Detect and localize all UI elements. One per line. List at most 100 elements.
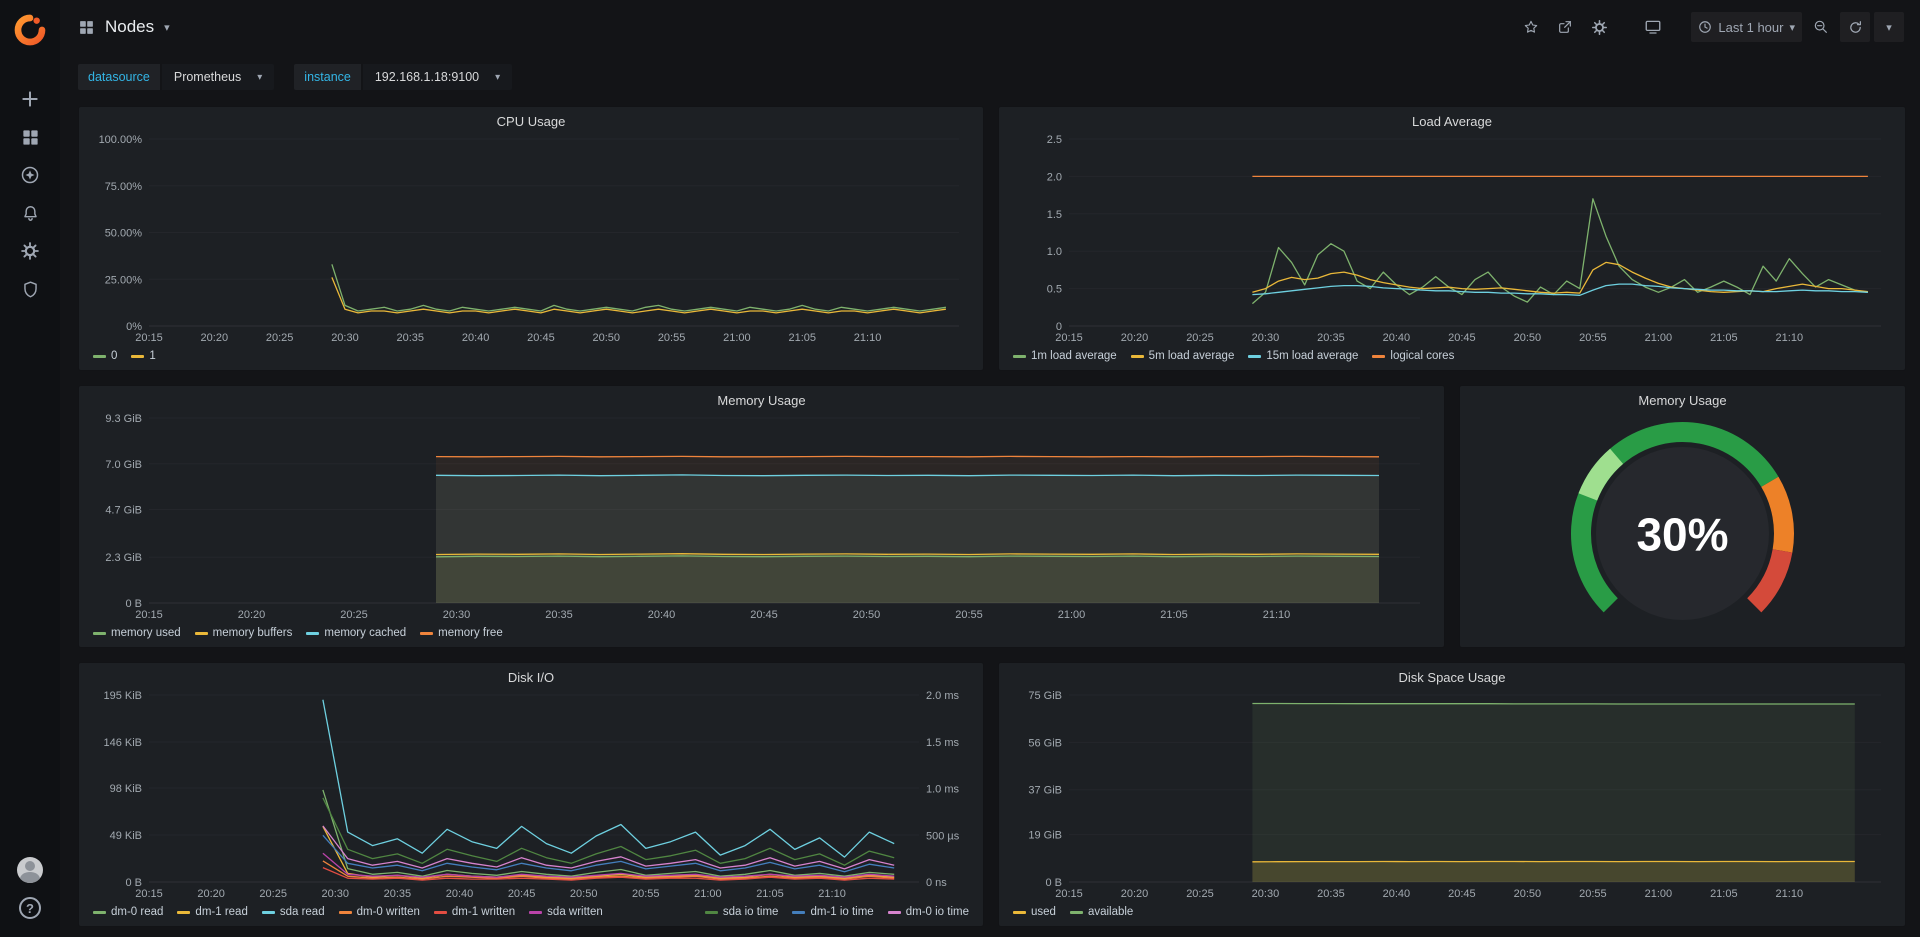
variable-datasource-select[interactable]: Prometheus ▾ [162,64,274,90]
plus-icon [20,89,40,109]
help-glyph: ? [26,901,34,916]
zoom-out-button[interactable] [1806,12,1836,42]
legend-label: dm-0 written [357,906,420,918]
dashboard-title-caret-icon[interactable]: ▾ [164,21,170,34]
legend-item-15m-load-average[interactable]: 15m load average [1248,350,1358,362]
legend-item-sda-read[interactable]: sda read [262,906,325,918]
legend-item-sda-written[interactable]: sda written [529,906,603,918]
star-dashboard-button[interactable] [1516,12,1546,42]
legend-item-memory-cached[interactable]: memory cached [306,627,406,639]
svg-text:1.0 ms: 1.0 ms [926,784,960,796]
sidebar-help-button[interactable]: ? [8,889,52,927]
legend-item-memory-used[interactable]: memory used [93,627,181,639]
sidebar-user-button[interactable] [8,851,52,889]
dashboard-title[interactable]: Nodes [105,17,154,37]
dashboard-settings-button[interactable] [1584,12,1615,42]
svg-text:500 µs: 500 µs [926,830,960,842]
refresh-interval-dropdown[interactable]: ▾ [1874,12,1904,42]
legend-item-memory-free[interactable]: memory free [420,627,503,639]
explore-icon [20,165,40,185]
sidebar-configuration-button[interactable] [8,232,52,270]
legend-item-1[interactable]: 1 [131,350,155,362]
svg-text:20:25: 20:25 [266,332,294,344]
navbar-right: Last 1 hour ▾ ▾ [1516,12,1904,42]
legend-item-0[interactable]: 0 [93,350,117,362]
disk-io-legend: dm-0 read dm-1 read sda read dm-0 written dm… [87,902,975,924]
svg-text:1.5 ms: 1.5 ms [926,737,960,749]
grafana-logo[interactable] [10,10,50,50]
legend-item-logical-cores[interactable]: logical cores [1372,350,1454,362]
legend-item-used[interactable]: used [1013,906,1056,918]
refresh-button[interactable] [1840,12,1870,42]
svg-text:21:00: 21:00 [723,332,751,344]
disk-io-graph[interactable]: 0 B49 KiB98 KiB146 KiB195 KiB0 ns500 µs1… [87,687,975,902]
sidebar-server-admin-button[interactable] [8,270,52,308]
memory-usage-gauge[interactable]: 30% [1468,410,1897,645]
svg-text:20:35: 20:35 [384,888,412,900]
legend-item-dm-1-io-time[interactable]: dm-1 io time [792,906,873,918]
sidebar-create-button[interactable] [8,80,52,118]
dashboard-grid: CPU Usage 0%25.00%50.00%75.00%100.00%20:… [60,100,1920,937]
svg-text:56 GiB: 56 GiB [1028,737,1062,749]
svg-text:20:35: 20:35 [545,609,573,621]
legend-item-1m-load-average[interactable]: 1m load average [1013,350,1117,362]
legend-item-sda-io-time[interactable]: sda io time [705,906,779,918]
svg-text:146 KiB: 146 KiB [103,737,142,749]
legend-item-5m-load-average[interactable]: 5m load average [1131,350,1235,362]
panel-title[interactable]: CPU Usage [87,109,975,131]
variable-instance-select[interactable]: 192.168.1.18:9100 ▾ [363,64,512,90]
panel-title[interactable]: Memory Usage [1468,388,1897,410]
svg-text:20:40: 20:40 [1383,332,1411,344]
svg-text:20:40: 20:40 [648,609,676,621]
legend-item-dm-1-written[interactable]: dm-1 written [434,906,515,918]
legend-color-marker [434,911,447,914]
cpu-usage-graph[interactable]: 0%25.00%50.00%75.00%100.00%20:1520:2020:… [87,131,975,346]
time-range-picker[interactable]: Last 1 hour ▾ [1691,12,1802,42]
svg-text:20:15: 20:15 [1055,888,1083,900]
memory-usage-graph[interactable]: 0 B2.3 GiB4.7 GiB7.0 GiB9.3 GiB20:1520:2… [87,410,1436,623]
alerting-bell-icon [21,204,40,223]
panel-title[interactable]: Disk Space Usage [1007,665,1897,687]
svg-text:20:30: 20:30 [331,332,359,344]
svg-text:20:40: 20:40 [462,332,490,344]
sidebar-alerting-button[interactable] [8,194,52,232]
svg-text:21:00: 21:00 [1645,332,1673,344]
legend-color-marker [529,911,542,914]
grafana-app: ? Nodes ▾ [0,0,1920,937]
svg-text:20:50: 20:50 [853,609,881,621]
svg-text:21:05: 21:05 [1710,888,1738,900]
panel-title[interactable]: Disk I/O [87,665,975,687]
variable-datasource: datasource Prometheus ▾ [78,64,274,90]
svg-text:2.3 GiB: 2.3 GiB [105,552,142,564]
legend-label: sda written [547,906,603,918]
legend-color-marker [1372,355,1385,358]
panel-title[interactable]: Load Average [1007,109,1897,131]
legend-color-marker [888,911,901,914]
legend-item-available[interactable]: available [1070,906,1133,918]
load-average-graph[interactable]: 00.51.01.52.02.520:1520:2020:2520:3020:3… [1007,131,1897,346]
svg-text:0 ns: 0 ns [926,877,947,889]
svg-text:75.00%: 75.00% [105,181,143,193]
legend-item-dm-1-read[interactable]: dm-1 read [177,906,247,918]
svg-text:20:25: 20:25 [1186,332,1214,344]
cycle-view-button[interactable] [1637,12,1669,42]
legend-label: memory used [111,627,181,639]
sidebar-explore-button[interactable] [8,156,52,194]
svg-text:98 KiB: 98 KiB [110,783,142,795]
legend-color-marker [1131,355,1144,358]
sidebar-dashboards-button[interactable] [8,118,52,156]
legend-item-memory-buffers[interactable]: memory buffers [195,627,293,639]
legend-item-dm-0-read[interactable]: dm-0 read [93,906,163,918]
legend-color-marker [93,911,106,914]
panel-title[interactable]: Memory Usage [87,388,1436,410]
legend-label: dm-1 io time [810,906,873,918]
sidebar: ? [0,0,60,937]
legend-item-dm-0-written[interactable]: dm-0 written [339,906,420,918]
legend-label: sda read [280,906,325,918]
svg-text:195 KiB: 195 KiB [103,690,142,702]
legend-item-dm-0-io-time[interactable]: dm-0 io time [888,906,969,918]
disk-space-usage-graph[interactable]: 0 B19 GiB37 GiB56 GiB75 GiB20:1520:2020:… [1007,687,1897,902]
variable-datasource-value: Prometheus [174,70,241,84]
refresh-icon [1848,20,1863,35]
share-dashboard-button[interactable] [1550,12,1580,42]
